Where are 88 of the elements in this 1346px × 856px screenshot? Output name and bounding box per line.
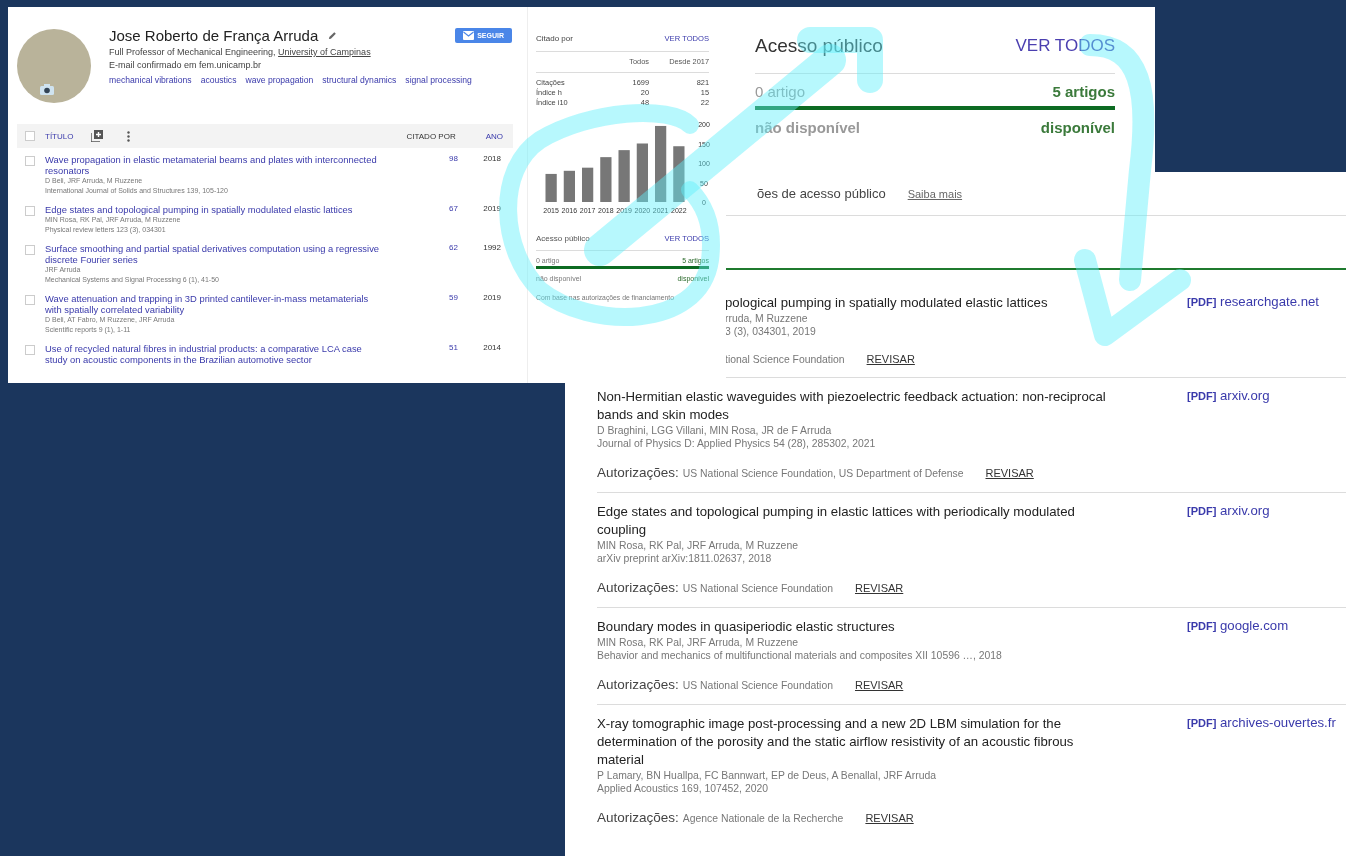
pdf-source-link[interactable]: [PDF] archives-ouvertes.fr	[1187, 715, 1336, 825]
camera-icon	[39, 83, 55, 96]
article-title-link[interactable]: Edge states and topological pumping in spatially modulated elastic lattices	[45, 204, 380, 215]
chart-bar	[582, 167, 594, 202]
citation-count-link[interactable]: 98	[449, 154, 469, 163]
pdf-source-link[interactable]: [PDF] arxiv.org	[1187, 503, 1270, 595]
mandates-label: Autorizações:	[597, 677, 679, 692]
review-link[interactable]: REVISAR	[865, 812, 914, 824]
checkbox[interactable]	[25, 206, 35, 216]
profile-name: Jose Roberto de França Arruda	[109, 27, 319, 44]
sort-link[interactable]: CITADO POR	[406, 131, 456, 141]
mandates-label: Autorizações:	[597, 580, 679, 595]
view-all-link[interactable]: VER TODOS	[1015, 36, 1115, 56]
mandates-label: Autorizações:	[597, 810, 679, 825]
funder-list: US National Science Foundation, US Department of Defense	[682, 468, 964, 479]
article-title-link[interactable]: Boundary modes in quasiperiodic elastic structures	[597, 618, 1107, 636]
pencil-icon[interactable]	[328, 31, 338, 40]
article-title-link[interactable]: Wave attenuation and trapping in 3D printed cantilever-in-mass metamaterials with spatially correlated variability	[45, 293, 380, 315]
email-text: E-mail confirmado em fem.unicamp.br	[109, 60, 263, 70]
review-link[interactable]: REVISAR	[985, 467, 1034, 479]
learn-more-link[interactable]: Saiba mais	[907, 188, 963, 200]
year-text: 2019	[482, 293, 501, 302]
affiliation-text: Full Professor of Mechanical Engineering, University of Campinas	[109, 47, 372, 57]
chart-bar	[673, 146, 685, 202]
checkbox[interactable]	[25, 295, 35, 305]
section-title: Acesso público	[755, 35, 883, 57]
mandates-label: Autorizações:	[597, 465, 679, 480]
pdf-source-link[interactable]: [PDF] google.com	[1187, 618, 1289, 692]
funder-list: US National Science Foundation	[682, 583, 833, 594]
sort-link[interactable]: TÍTULO	[45, 131, 74, 141]
section-title: Acesso público	[536, 234, 590, 243]
chart-bar	[600, 157, 612, 202]
interest-link[interactable]: acoustics	[200, 75, 237, 85]
more-icon[interactable]	[127, 130, 131, 142]
article-authors: MIN Rosa, RK Pal, JRF Arruda, M Ruzzene	[597, 539, 799, 552]
checkbox[interactable]	[25, 245, 35, 255]
article-title-link[interactable]: Use of recycled natural fibres in industrial products: a comparative LCA case study on acoustic components in the Brazilian automotive sector	[45, 343, 380, 365]
checkbox[interactable]	[25, 156, 35, 166]
review-link[interactable]: REVISAR	[855, 679, 904, 691]
chart-bar	[545, 173, 557, 202]
article-title-link[interactable]: X-ray tomographic image post-processing and a new 2D LBM simulation for the determination of the porosity and the static airflow resistivity of an acoustic fibrous material	[597, 715, 1107, 769]
interest-link[interactable]: structural dynamics	[322, 75, 397, 85]
interest-link[interactable]: signal processing	[405, 75, 472, 85]
article-title-link[interactable]: Wave propagation in elastic metamaterial beams and plates with interconnected resonators	[45, 154, 380, 176]
interest-link[interactable]: mechanical vibrations	[109, 75, 192, 85]
funder-list: US National Science Foundation	[682, 680, 833, 691]
funder-list: Agence Nationale de la Recherche	[682, 813, 844, 824]
add-icon[interactable]	[91, 130, 104, 142]
checkbox[interactable]	[25, 345, 35, 355]
pdf-source-link[interactable]: [PDF] researchgate.net	[1187, 294, 1319, 365]
citation-count-link[interactable]: 62	[449, 243, 469, 252]
year-text: 2019	[482, 204, 501, 213]
article-title-link[interactable]: Surface smoothing and partial spatial derivatives computation using a regressive discrete Fourier series	[45, 243, 380, 265]
article-authors: rruda, M Ruzzene	[725, 312, 809, 325]
citation-count-link[interactable]: 67	[449, 204, 469, 213]
funder-list: tional Science Foundation	[725, 354, 845, 365]
university-link[interactable]: University of Campinas	[278, 47, 371, 57]
review-link[interactable]: REVISAR	[866, 353, 915, 365]
article-venue: Behavior and mechanics of multifunctional materials and composites XII 10596 …, 2018	[597, 649, 1003, 662]
article-title-link[interactable]: Non-Hermitian elastic waveguides with piezoelectric feedback actuation: non-reciprocal bands and skin modes	[597, 388, 1107, 424]
chart-bar	[618, 150, 630, 202]
interest-link[interactable]: wave propagation	[245, 75, 314, 85]
article-title-link[interactable]: Edge states and topological pumping in elastic lattices with periodically modulated coupling	[597, 503, 1107, 539]
year-text: 2014	[482, 343, 501, 352]
article-venue: 3 (3), 034301, 2019	[725, 325, 817, 338]
review-link[interactable]: REVISAR	[855, 582, 904, 594]
pdf-source-link[interactable]: [PDF] arxiv.org	[1187, 388, 1270, 480]
article-venue: arXiv preprint arXiv:1811.02637, 2018	[597, 552, 773, 565]
envelope-icon	[463, 31, 475, 40]
unavailable-count: 0 artigo	[755, 83, 806, 100]
article-venue: Applied Acoustics 169, 107452, 2020	[597, 782, 769, 795]
article-venue: Journal of Physics D: Applied Physics 54 (28), 285302, 2021	[597, 437, 877, 450]
citation-count-link[interactable]: 51	[449, 343, 469, 352]
year-text: 1992	[482, 243, 501, 252]
article-title-link[interactable]: pological pumping in spatially modulated elastic lattices	[725, 294, 1107, 312]
section-heading: ões de acesso público	[757, 186, 886, 201]
available-count: 5 artigos	[1052, 83, 1115, 100]
chart-bar	[636, 143, 648, 202]
section-title: Citado por	[536, 34, 573, 43]
article-authors: MIN Rosa, RK Pal, JRF Arruda, M Ruzzene	[597, 636, 799, 649]
year-text: 2018	[482, 154, 501, 163]
article-authors: D Braghini, LGG Villani, MIN Rosa, JR de F Arruda	[597, 424, 833, 437]
sort-link[interactable]: ANO	[485, 131, 503, 141]
article-authors: P Lamary, BN Huallpa, FC Bannwart, EP de Deus, A Benallal, JRF Arruda	[597, 769, 937, 782]
chart-bar	[563, 170, 575, 202]
available-label: disponível	[1040, 119, 1115, 136]
citation-count-link[interactable]: 59	[449, 293, 469, 302]
checkbox[interactable]	[25, 131, 35, 141]
